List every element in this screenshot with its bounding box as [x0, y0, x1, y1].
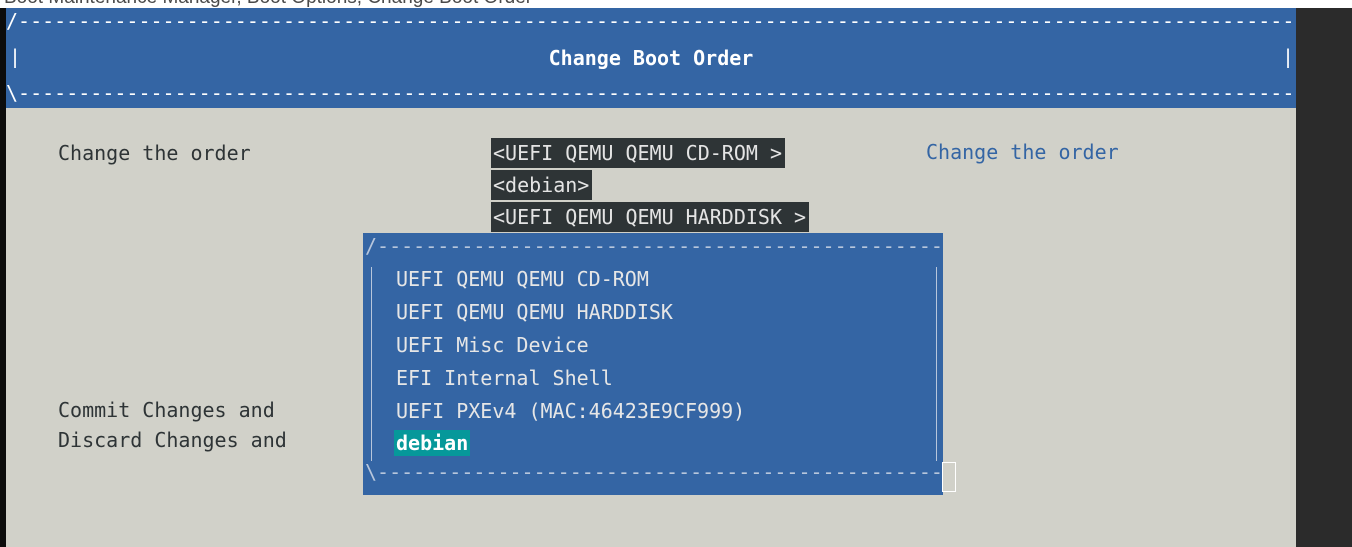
popup-item-pxe[interactable]: UEFI PXEv4 (MAC:46423E9CF999) — [396, 398, 745, 424]
header-bottom-border: \---------------------------------------… — [6, 82, 1296, 104]
discard-changes-label[interactable]: Discard Changes and — [58, 428, 287, 452]
popup-bottom-border: \---------------------------------------… — [365, 461, 943, 483]
popup-item-internal-shell[interactable]: EFI Internal Shell — [396, 365, 613, 391]
popup-item-harddisk[interactable]: UEFI QEMU QEMU HARDDISK — [396, 299, 673, 325]
header-top-border: /---------------------------------------… — [6, 10, 1296, 32]
caption-text: Boot Maintenance Manager, Boot Options, … — [4, 0, 532, 8]
right-panel — [1296, 8, 1352, 547]
popup-item-misc-device[interactable]: UEFI Misc Device — [396, 332, 589, 358]
header-banner: /---------------------------------------… — [6, 8, 1296, 108]
order-item-harddisk[interactable]: <UEFI QEMU QEMU HARDDISK > — [491, 202, 810, 232]
text-cursor — [942, 462, 956, 492]
change-order-label[interactable]: Change the order — [58, 141, 251, 165]
help-text: Change the order — [926, 140, 1119, 164]
commit-changes-label[interactable]: Commit Changes and — [58, 398, 275, 422]
order-item-debian[interactable]: <debian> — [491, 170, 593, 200]
popup-top-border: /---------------------------------------… — [365, 235, 943, 257]
order-item-cdrom[interactable]: <UEFI QEMU QEMU CD-ROM > — [491, 138, 785, 168]
popup-right-border — [936, 267, 937, 461]
page-title: Change Boot Order — [548, 46, 754, 70]
popup-item-debian-selected[interactable]: debian — [394, 430, 471, 456]
firmware-screen: Boot Maintenance Manager, Boot Options, … — [0, 0, 1352, 547]
popup-item-cdrom[interactable]: UEFI QEMU QEMU CD-ROM — [396, 266, 649, 292]
caption-strip: Boot Maintenance Manager, Boot Options, … — [0, 0, 1352, 8]
popup-left-border — [371, 267, 372, 461]
boot-option-popup: /---------------------------------------… — [363, 233, 943, 495]
